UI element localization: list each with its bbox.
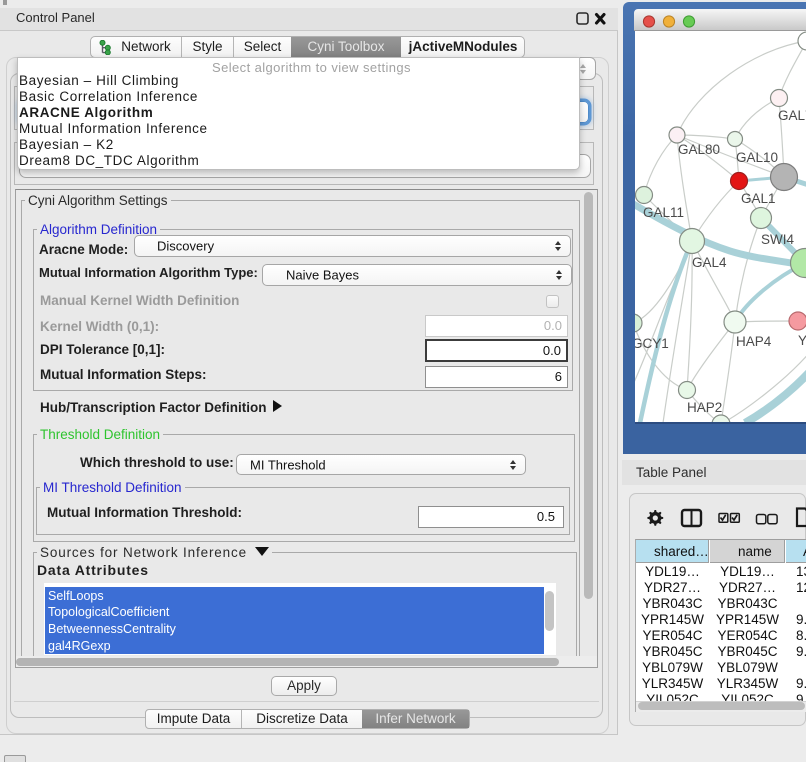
svg-text:GAL11: GAL11: [643, 205, 684, 220]
svg-text:GAL4: GAL4: [692, 255, 727, 270]
svg-text:GCY1: GCY1: [635, 336, 669, 351]
svg-text:YEL: YEL: [798, 333, 806, 348]
svg-text:GAL7: GAL7: [778, 108, 806, 123]
svg-text:HAP4: HAP4: [736, 334, 772, 349]
svg-text:GAL1: GAL1: [741, 191, 776, 206]
svg-text:HAP2: HAP2: [687, 400, 722, 415]
svg-text:GAL10: GAL10: [736, 150, 778, 165]
svg-text:SWI4: SWI4: [761, 232, 794, 247]
svg-text:GAL80: GAL80: [678, 142, 720, 157]
